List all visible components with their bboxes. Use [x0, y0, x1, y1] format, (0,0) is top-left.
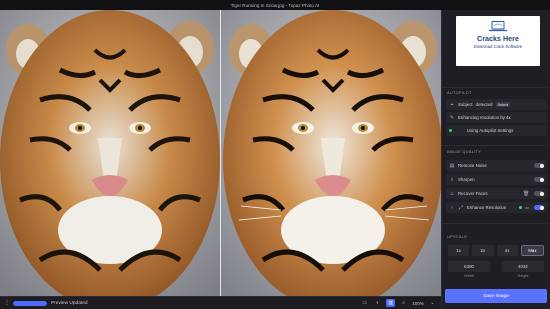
tiger-enhanced-image	[221, 10, 441, 296]
tiger-original-image	[0, 10, 220, 296]
remove-noise-row[interactable]: ▤ Remove Noise	[446, 160, 547, 171]
more-options-icon[interactable]: ⋮	[4, 299, 10, 307]
scale-options: 1x 2x 4x Max	[448, 245, 544, 256]
laptop-icon	[489, 21, 507, 32]
split-view-icon[interactable]: ◐	[373, 299, 382, 307]
active-dot-icon	[518, 206, 522, 209]
enhance-resolution-label: Enhance Resolution	[467, 205, 507, 210]
recover-faces-label: Recover Faces	[458, 191, 488, 196]
window-title: Tiger Running In Snow.jpg - Topaz Photo …	[230, 2, 320, 8]
subject-row[interactable]: ⌖ Subject detected Select	[446, 99, 547, 110]
select-subject-button[interactable]: Select	[495, 102, 511, 107]
divider	[442, 145, 550, 146]
subject-label: Subject	[458, 102, 473, 107]
upscale-heading: UPSCALE	[447, 234, 468, 239]
remove-noise-toggle[interactable]	[534, 163, 544, 168]
width-label: Width	[464, 273, 474, 278]
height-label: Height	[517, 273, 529, 278]
sharpen-icon: ◊	[450, 176, 454, 183]
divider	[442, 223, 550, 224]
enhanced-preview[interactable]	[221, 10, 441, 296]
width-input[interactable]: 6300	[448, 261, 490, 272]
single-view-icon[interactable]: ▭	[360, 299, 369, 307]
side-by-side-icon[interactable]: ▥	[386, 299, 396, 307]
enhance-resolution-row[interactable]: › ⤢ Enhance Resolution 4x	[446, 202, 547, 213]
chevron-down-icon[interactable]: ⌄	[428, 299, 437, 307]
preview-progress-bar	[13, 300, 47, 306]
enhancing-text: Enhancing resolution by 4x	[458, 115, 511, 120]
original-preview[interactable]	[0, 10, 220, 296]
settings-panel: Cracks Here Download Crack Software AUTO…	[441, 10, 550, 309]
wand-icon: ✎	[449, 114, 455, 121]
scale-4x-button[interactable]: 4x	[496, 245, 518, 256]
progress-fill	[13, 300, 47, 306]
enhancing-row: ✎ Enhancing resolution by 4x	[446, 112, 547, 123]
image-canvas[interactable]	[0, 10, 441, 296]
status-dot-icon	[449, 129, 452, 132]
image-quality-heading: IMAGE QUALITY	[447, 149, 482, 154]
autopilot-heading: AUTOPILOT	[447, 90, 472, 95]
face-icon: ☺	[449, 190, 455, 197]
title-bar: Tiger Running In Snow.jpg - Topaz Photo …	[0, 0, 550, 10]
ad-banner[interactable]: Cracks Here Download Crack Software	[456, 16, 540, 66]
resolution-icon: ⤢	[458, 204, 463, 211]
ad-title: Cracks Here	[477, 34, 519, 43]
view-controls: ▭ ◐ ▥ ⌕ 100% ⌄	[360, 299, 437, 307]
ad-subtitle: Download Crack Software	[473, 44, 523, 49]
width-group: 6300 Width	[448, 261, 490, 278]
subject-icon: ⌖	[450, 101, 454, 108]
status-bar: ⋮ Preview Updated ▭ ◐ ▥ ⌕ 100% ⌄	[0, 296, 441, 309]
remove-noise-label: Remove Noise	[458, 163, 487, 168]
height-input[interactable]: 4032	[502, 261, 544, 272]
sharpen-label: Sharpen	[458, 177, 475, 182]
zoom-icon[interactable]: ⌕	[399, 299, 408, 307]
subject-status: detected	[475, 102, 493, 107]
recover-faces-toggle[interactable]	[534, 191, 544, 196]
noise-icon: ▤	[449, 162, 455, 169]
height-group: 4032 Height	[502, 261, 544, 278]
dimension-fields: 6300 Width 4032 Height	[448, 261, 544, 278]
recover-faces-row[interactable]: ☺ Recover Faces 🗑	[446, 188, 547, 199]
scale-1x-button[interactable]: 1x	[448, 245, 470, 256]
resolution-badge: 4x	[524, 205, 529, 210]
scale-2x-button[interactable]: 2x	[472, 245, 494, 256]
trash-icon[interactable]: 🗑	[523, 191, 529, 197]
save-image-button[interactable]: Save Image	[445, 289, 547, 303]
zoom-level[interactable]: 100%	[412, 301, 424, 306]
sharpen-toggle[interactable]	[534, 177, 544, 182]
autopilot-settings-row[interactable]: Using Autopilot Settings	[446, 125, 547, 136]
divider	[442, 87, 550, 88]
chevron-right-icon[interactable]: ›	[449, 205, 455, 211]
sharpen-row[interactable]: ◊ Sharpen	[446, 174, 547, 185]
scale-max-button[interactable]: Max	[520, 245, 544, 256]
enhance-resolution-toggle[interactable]	[534, 205, 544, 210]
status-text: Preview Updated	[51, 300, 88, 306]
autopilot-settings-text: Using Autopilot Settings	[467, 128, 514, 133]
